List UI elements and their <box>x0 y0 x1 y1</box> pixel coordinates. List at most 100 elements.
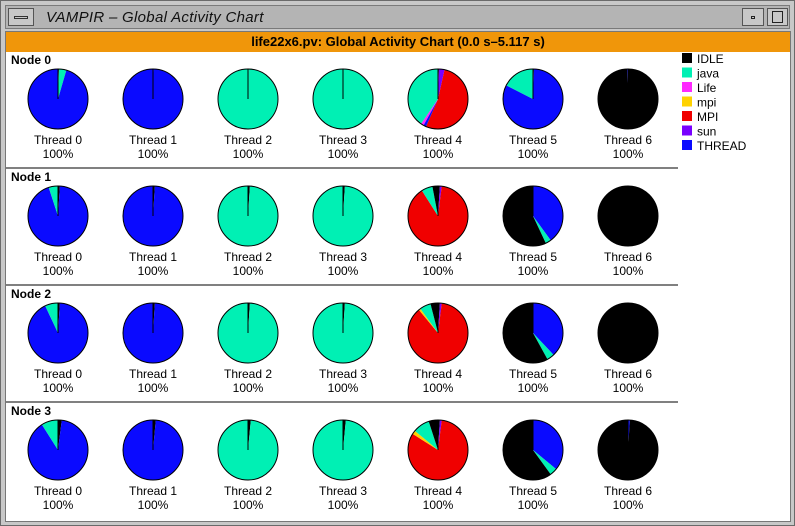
minimize-button[interactable] <box>742 8 764 26</box>
legend-swatch-sun <box>682 125 692 136</box>
window-menu-icon <box>14 16 28 19</box>
legend-swatch-idle <box>682 53 692 63</box>
thread-label: Thread 4 <box>414 250 462 264</box>
thread-percent: 100% <box>423 381 454 395</box>
legend-swatch-java <box>682 67 692 78</box>
thread-label: Thread 0 <box>34 250 82 264</box>
maximize-icon <box>772 11 783 23</box>
thread-label: Thread 3 <box>319 367 367 381</box>
thread-label: Thread 0 <box>34 133 82 147</box>
thread-label: Thread 6 <box>604 133 652 147</box>
pie-3-3[interactable] <box>312 419 374 481</box>
pie-3-1[interactable] <box>122 419 184 481</box>
thread-percent: 100% <box>613 381 644 395</box>
pie-0-0[interactable] <box>27 68 89 130</box>
legend-swatch-thread <box>682 140 692 150</box>
thread-label: Thread 2 <box>224 250 272 264</box>
legend-label-mpi: mpi <box>697 96 716 110</box>
node-label: Node 3 <box>11 404 51 418</box>
pie-1-6[interactable] <box>597 185 659 247</box>
thread-percent: 100% <box>233 381 264 395</box>
thread-label: Thread 2 <box>224 484 272 498</box>
pie-2-2[interactable] <box>217 302 279 364</box>
thread-label: Thread 5 <box>509 367 557 381</box>
thread-label: Thread 5 <box>509 133 557 147</box>
pie-1-2[interactable] <box>217 185 279 247</box>
pie-1-3[interactable] <box>312 185 374 247</box>
thread-percent: 100% <box>233 264 264 278</box>
pie-1-4[interactable] <box>407 185 469 247</box>
thread-percent: 100% <box>43 147 74 161</box>
legend-swatch-mpi <box>682 111 692 121</box>
legend-label-mpi: MPI <box>697 110 718 124</box>
legend-swatch-life <box>682 82 692 92</box>
activity-chart: Node 0Thread 0100%Thread 1100%Thread 210… <box>6 52 747 512</box>
thread-percent: 100% <box>518 147 549 161</box>
chart-title: life22x6.pv: Global Activity Chart (0.0 … <box>251 34 545 49</box>
thread-label: Thread 4 <box>414 133 462 147</box>
pie-2-3[interactable] <box>312 302 374 364</box>
thread-percent: 100% <box>423 498 454 512</box>
thread-percent: 100% <box>233 147 264 161</box>
thread-percent: 100% <box>138 264 169 278</box>
pie-2-1[interactable] <box>122 302 184 364</box>
minimize-icon <box>751 16 755 19</box>
pie-2-4[interactable] <box>407 302 469 364</box>
pie-0-6[interactable] <box>597 68 659 130</box>
thread-percent: 100% <box>613 147 644 161</box>
pie-1-0[interactable] <box>27 185 89 247</box>
thread-label: Thread 2 <box>224 367 272 381</box>
thread-percent: 100% <box>613 264 644 278</box>
pie-3-5[interactable] <box>502 419 564 481</box>
pie-2-6[interactable] <box>597 302 659 364</box>
thread-label: Thread 0 <box>34 484 82 498</box>
thread-label: Thread 5 <box>509 250 557 264</box>
thread-label: Thread 4 <box>414 484 462 498</box>
node-label: Node 2 <box>11 287 51 301</box>
pie-3-0[interactable] <box>27 419 89 481</box>
title-bar[interactable]: VAMPIR – Global Activity Chart <box>5 5 790 29</box>
node-label: Node 0 <box>11 53 51 67</box>
thread-label: Thread 0 <box>34 367 82 381</box>
thread-label: Thread 1 <box>129 367 177 381</box>
pie-0-3[interactable] <box>312 68 374 130</box>
pie-2-0[interactable] <box>27 302 89 364</box>
thread-label: Thread 6 <box>604 367 652 381</box>
thread-label: Thread 3 <box>319 133 367 147</box>
legend-label-java: java <box>696 67 719 81</box>
pie-1-5[interactable] <box>502 185 564 247</box>
pie-0-1[interactable] <box>122 68 184 130</box>
thread-label: Thread 1 <box>129 250 177 264</box>
thread-percent: 100% <box>138 147 169 161</box>
legend-label-sun: sun <box>697 125 716 139</box>
legend-swatch-mpi <box>682 96 692 107</box>
chart-header: life22x6.pv: Global Activity Chart (0.0 … <box>6 32 790 52</box>
chart-area: life22x6.pv: Global Activity Chart (0.0 … <box>5 31 791 522</box>
window-menu-button[interactable] <box>8 8 34 26</box>
thread-percent: 100% <box>423 147 454 161</box>
thread-label: Thread 6 <box>604 484 652 498</box>
pie-0-5[interactable] <box>502 68 564 130</box>
node-label: Node 1 <box>11 170 51 184</box>
thread-percent: 100% <box>328 498 359 512</box>
pie-0-2[interactable] <box>217 68 279 130</box>
pie-2-5[interactable] <box>502 302 564 364</box>
pie-3-4[interactable] <box>407 419 469 481</box>
thread-percent: 100% <box>43 381 74 395</box>
thread-label: Thread 3 <box>319 250 367 264</box>
thread-percent: 100% <box>328 147 359 161</box>
pie-0-4[interactable] <box>407 68 469 130</box>
maximize-button[interactable] <box>767 8 788 26</box>
thread-percent: 100% <box>613 498 644 512</box>
legend-label-thread: THREAD <box>697 139 747 153</box>
pie-3-6[interactable] <box>597 419 659 481</box>
window-title: VAMPIR – Global Activity Chart <box>46 9 264 26</box>
thread-label: Thread 4 <box>414 367 462 381</box>
application-window: VAMPIR – Global Activity Chart life22x6.… <box>0 0 795 526</box>
thread-label: Thread 1 <box>129 484 177 498</box>
pie-3-2[interactable] <box>217 419 279 481</box>
thread-percent: 100% <box>43 264 74 278</box>
pie-1-1[interactable] <box>122 185 184 247</box>
legend-label-idle: IDLE <box>697 52 724 66</box>
thread-percent: 100% <box>233 498 264 512</box>
